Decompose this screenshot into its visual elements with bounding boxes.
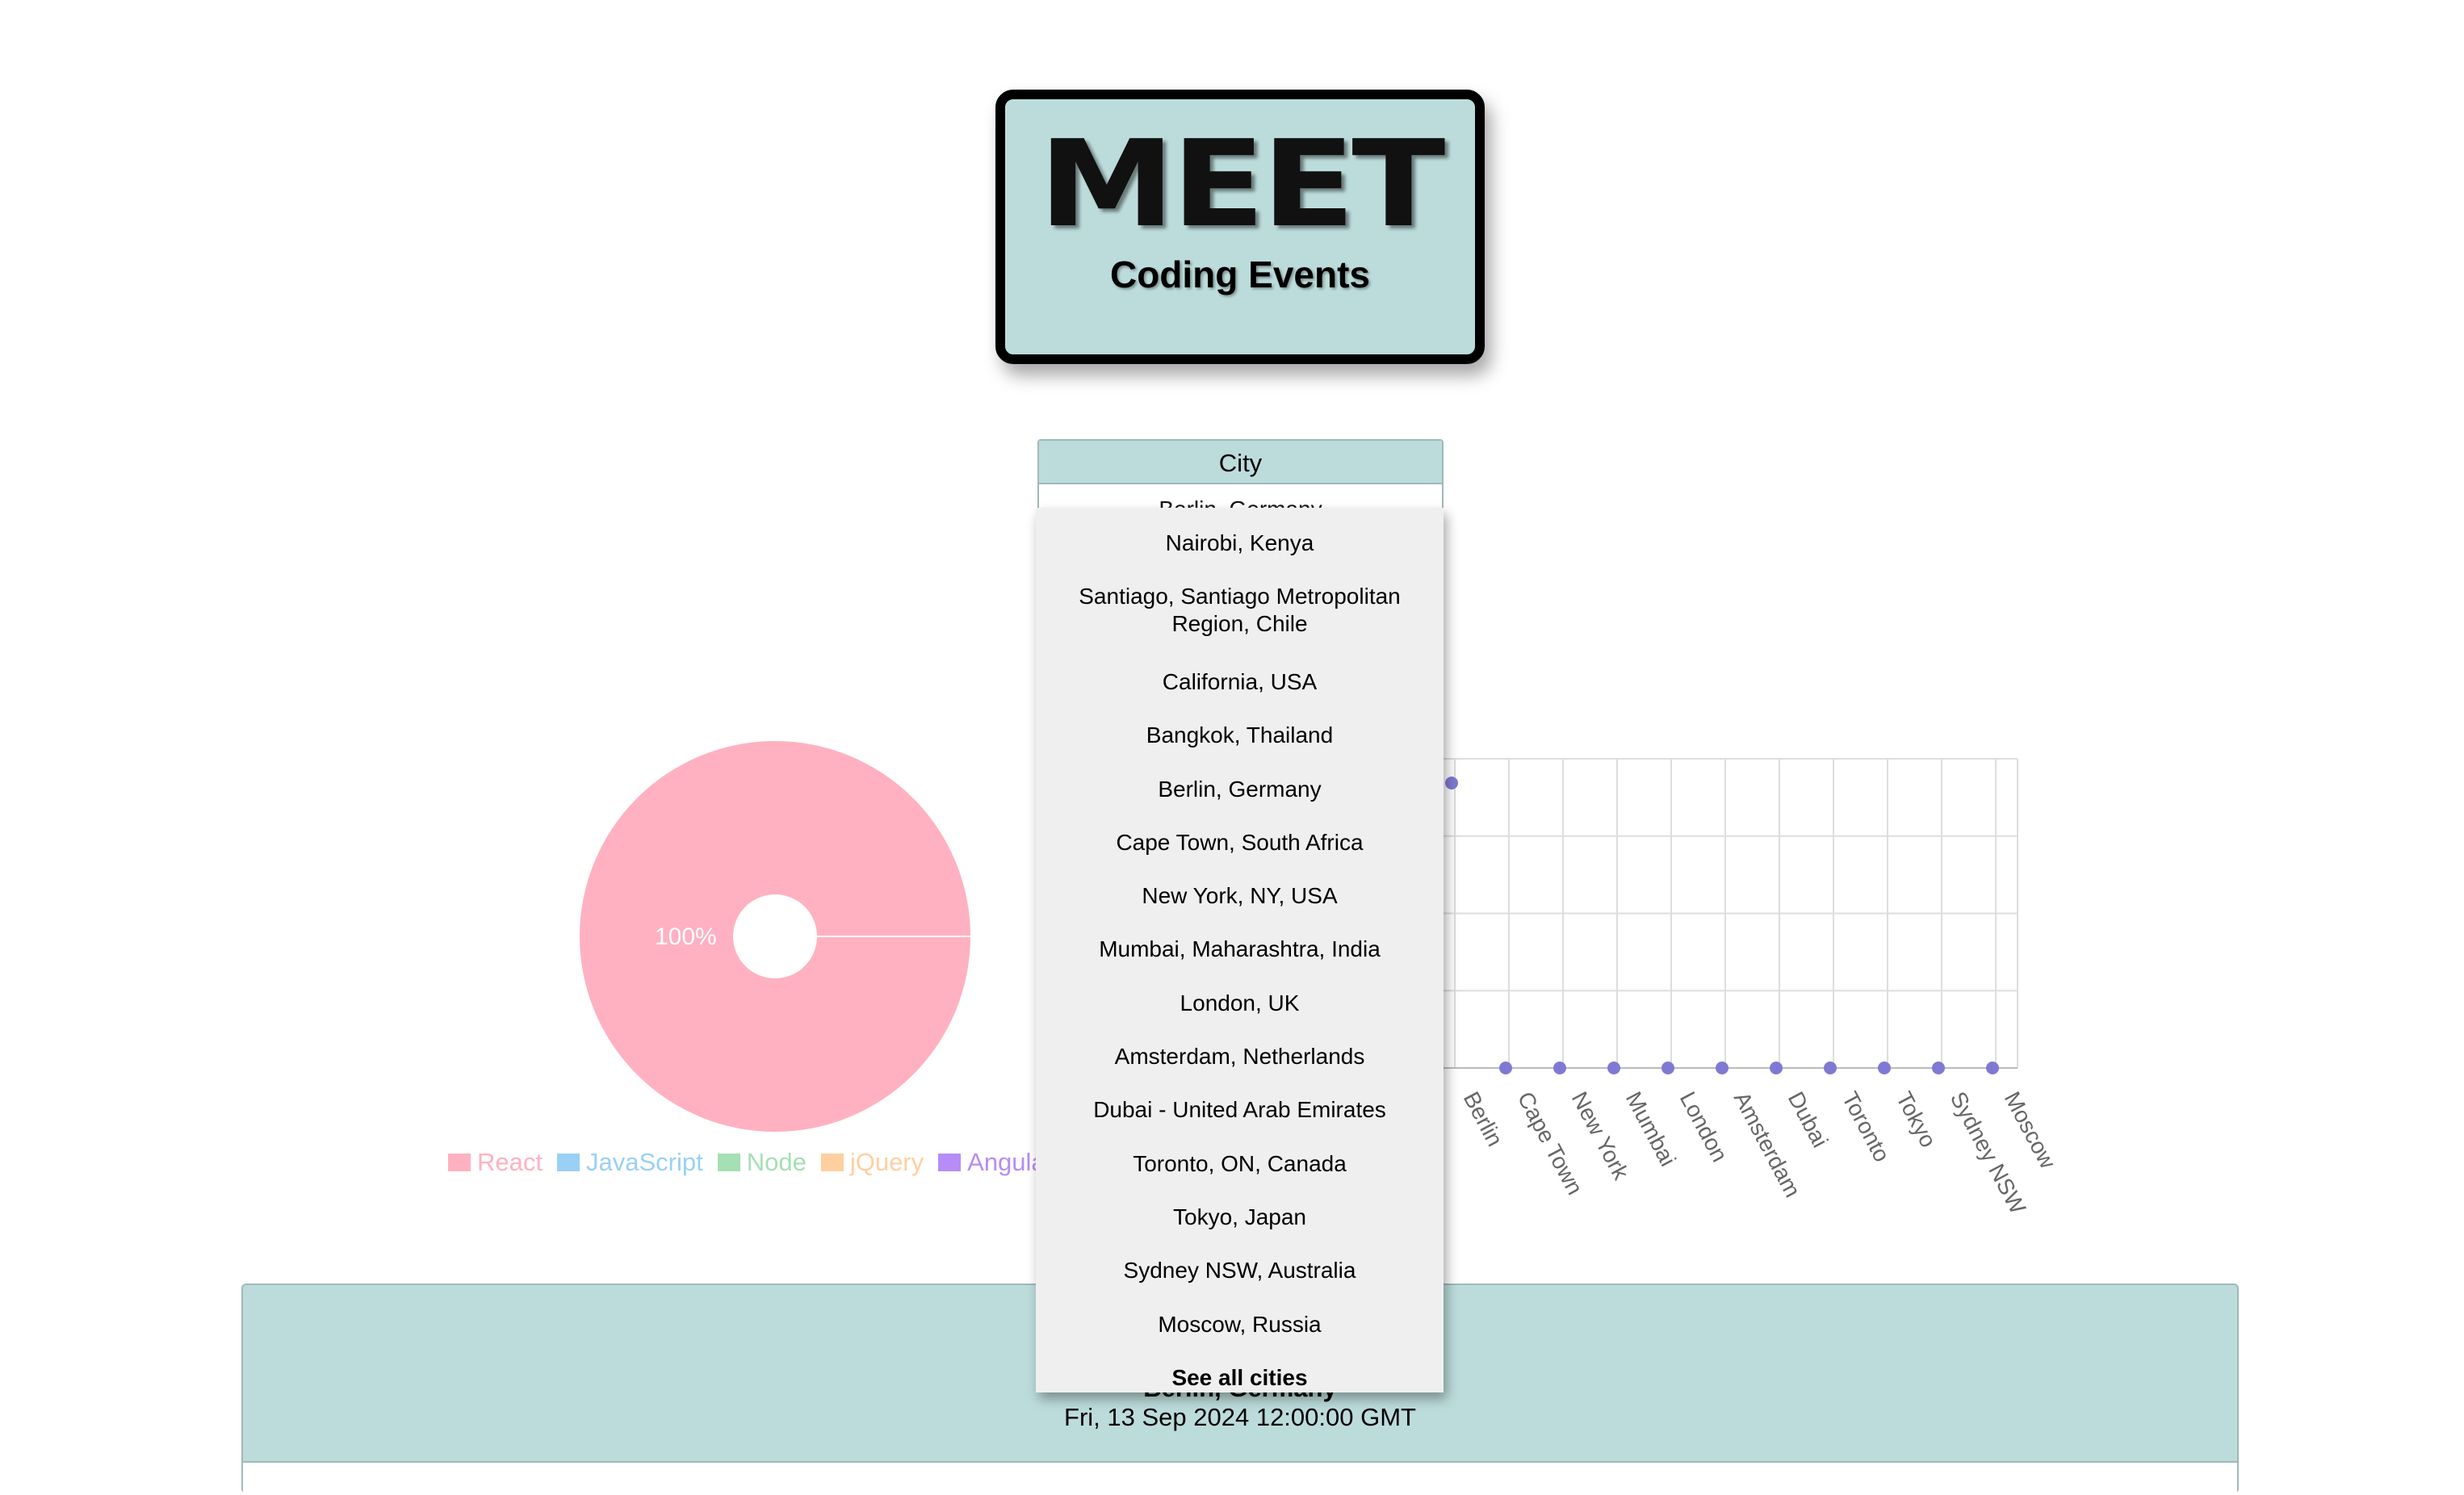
scatter-point[interactable] (1662, 1062, 1674, 1074)
x-tick-label: Toronto (1838, 1087, 1895, 1166)
suggestion-item[interactable]: Toronto, ON, Canada (1046, 1150, 1434, 1178)
suggestion-item[interactable]: Bangkok, Thailand (1046, 722, 1434, 749)
suggestion-item[interactable]: Tokyo, Japan (1046, 1204, 1434, 1231)
x-tick-label: Moscow (2000, 1087, 2061, 1173)
x-tick-label: Dubai (1783, 1087, 1833, 1151)
scatter-point[interactable] (1445, 777, 1458, 789)
suggestion-item[interactable]: Dubai - United Arab Emirates (1046, 1096, 1434, 1124)
scatter-point[interactable] (1878, 1062, 1891, 1074)
scatter-point[interactable] (1770, 1062, 1783, 1074)
x-tick-label: Tokyo (1892, 1087, 1942, 1151)
suggestion-item[interactable]: California, USA (1046, 668, 1434, 696)
suggestion-item[interactable]: Berlin, Germany (1046, 776, 1434, 803)
suggestion-item[interactable]: Moscow, Russia (1046, 1311, 1434, 1338)
scatter-point[interactable] (1716, 1062, 1729, 1074)
scatter-point[interactable] (1499, 1062, 1512, 1074)
x-tick-label: Berlin (1459, 1087, 1508, 1150)
x-tick-label: London (1675, 1087, 1733, 1166)
scatter-point[interactable] (1607, 1062, 1620, 1074)
suggestion-item[interactable]: Santiago, Santiago Metropolitan Region, … (1046, 583, 1434, 638)
suggestion-item[interactable]: Mumbai, Maharashtra, India (1046, 936, 1434, 963)
suggestion-item[interactable]: London, UK (1046, 990, 1434, 1017)
suggestion-item[interactable]: Nairobi, Kenya (1046, 530, 1434, 557)
suggestion-item[interactable]: Amsterdam, Netherlands (1046, 1043, 1434, 1070)
suggestion-item[interactable]: New York, NY, USA (1046, 882, 1434, 910)
see-all-cities-item[interactable]: See all cities (1046, 1364, 1434, 1392)
scatter-point[interactable] (1932, 1062, 1945, 1074)
suggestion-item[interactable]: Sydney NSW, Australia (1046, 1257, 1434, 1284)
suggestion-item[interactable]: Cape Town, South Africa (1046, 829, 1434, 856)
city-suggestions-list: Nairobi, Kenya Santiago, Santiago Metropo… (1036, 508, 1444, 1392)
event-details (243, 1461, 2237, 1495)
scatter-point[interactable] (1824, 1062, 1837, 1074)
scatter-point[interactable] (1986, 1062, 1999, 1074)
x-tick-label: Mumbai (1621, 1087, 1681, 1170)
scatter-point[interactable] (1553, 1062, 1566, 1074)
event-date: Fri, 13 Sep 2024 12:00:00 GMT (1064, 1403, 1416, 1431)
